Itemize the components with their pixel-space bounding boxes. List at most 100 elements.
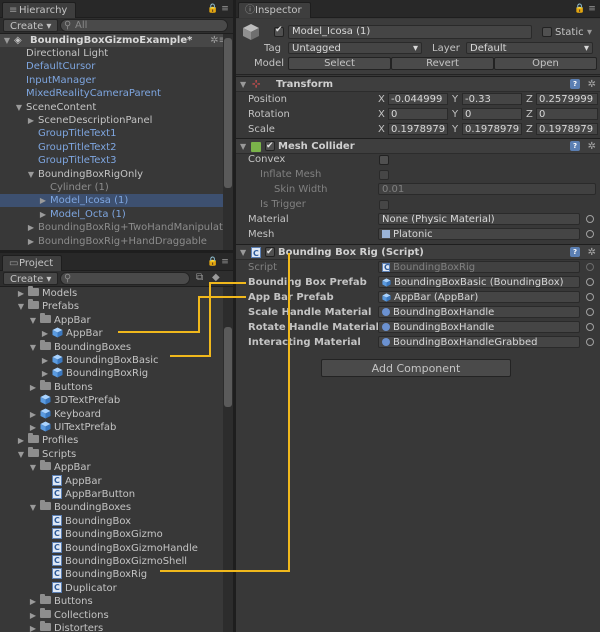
object-picker-icon[interactable] bbox=[586, 230, 594, 238]
collapse-arrow-icon[interactable]: ▶ bbox=[28, 609, 38, 622]
axis-x-label[interactable]: X bbox=[378, 108, 385, 121]
project-item[interactable]: BoundingBoxGizmoHandle bbox=[0, 541, 233, 555]
collapse-arrow-icon[interactable]: ▶ bbox=[28, 622, 38, 632]
axis-x-label[interactable]: X bbox=[378, 93, 385, 106]
tab-project[interactable]: ▭Project bbox=[2, 255, 63, 271]
project-item[interactable]: ▶ BoundingBoxRig bbox=[0, 367, 233, 380]
transform-position-y-field[interactable]: -0.33 bbox=[462, 93, 522, 105]
collapse-arrow-icon[interactable]: ▶ bbox=[16, 434, 26, 447]
project-item[interactable]: ▶ Collections bbox=[0, 607, 233, 622]
hierarchy-item[interactable]: MixedRealityCameraParent bbox=[0, 87, 233, 100]
object-picker-icon[interactable] bbox=[586, 323, 594, 331]
collapse-arrow-icon[interactable]: ▶ bbox=[38, 208, 48, 221]
add-component-button[interactable]: Add Component bbox=[321, 359, 511, 377]
axis-z-label[interactable]: Z bbox=[526, 108, 533, 121]
bbrig-object-field[interactable]: AppBar (AppBar) bbox=[378, 291, 580, 303]
transform-position-x-field[interactable]: -0.044999 bbox=[388, 93, 448, 105]
bounding-box-rig-header[interactable]: ▼ Bounding Box Rig (Script) ? ✲ bbox=[236, 244, 600, 261]
hierarchy-scrollbar[interactable] bbox=[223, 34, 233, 250]
lock-icon[interactable]: 🔒 bbox=[207, 3, 219, 15]
expand-arrow-icon[interactable]: ▼ bbox=[28, 461, 38, 474]
expand-arrow-icon[interactable]: ▼ bbox=[26, 168, 36, 181]
static-dropdown-icon[interactable]: ▾ bbox=[587, 26, 592, 39]
collapse-arrow-icon[interactable]: ▶ bbox=[26, 235, 36, 248]
transform-rotation-y-field[interactable]: 0 bbox=[462, 108, 522, 120]
collapse-arrow-icon[interactable]: ▶ bbox=[28, 595, 38, 608]
transform-rotation-x-field[interactable]: 0 bbox=[388, 108, 448, 120]
collapse-arrow-icon[interactable]: ▶ bbox=[16, 287, 26, 300]
lock-icon[interactable]: 🔒 bbox=[207, 256, 219, 268]
hierarchy-item[interactable]: ▶ Model_Octa (1) bbox=[0, 208, 233, 221]
expand-arrow-icon[interactable]: ▼ bbox=[240, 245, 246, 260]
hierarchy-item[interactable]: GroupTitleText1 bbox=[0, 127, 233, 140]
bbrig-enabled-checkbox[interactable] bbox=[265, 245, 275, 260]
expand-arrow-icon[interactable]: ▼ bbox=[240, 139, 246, 154]
static-label[interactable]: Static bbox=[555, 26, 584, 39]
model-open-button[interactable]: Open bbox=[494, 57, 597, 70]
gear-icon[interactable]: ✲ bbox=[588, 139, 596, 154]
hierarchy-item[interactable]: ▶ BoundingBoxRig+TwoHandManipulatable bbox=[0, 221, 233, 234]
hierarchy-search-input[interactable]: ⚲ All bbox=[60, 19, 228, 32]
tag-dropdown[interactable]: Untagged ▾ bbox=[288, 42, 422, 54]
model-revert-button[interactable]: Revert bbox=[391, 57, 494, 70]
expand-arrow-icon[interactable]: ▼ bbox=[240, 77, 246, 92]
bbrig-object-field[interactable]: BoundingBoxHandle bbox=[378, 321, 580, 333]
transform-position-label[interactable]: Position bbox=[248, 93, 287, 106]
project-item[interactable]: AppBarButton bbox=[0, 487, 233, 501]
project-item[interactable]: ▶ Buttons bbox=[0, 594, 233, 608]
project-item[interactable]: BoundingBoxGizmo bbox=[0, 527, 233, 541]
transform-scale-label[interactable]: Scale bbox=[248, 123, 275, 136]
collapse-arrow-icon[interactable]: ▶ bbox=[40, 354, 50, 367]
project-item[interactable]: ▼ BoundingBoxes bbox=[0, 339, 233, 354]
mesh-collider-header[interactable]: ▼ Mesh Collider ? ✲ bbox=[236, 138, 600, 154]
project-item[interactable]: ▶ Keyboard bbox=[0, 408, 233, 421]
transform-position-z-field[interactable]: 0.2579999 bbox=[536, 93, 598, 105]
expand-arrow-icon[interactable]: ▼ bbox=[16, 300, 26, 313]
axis-z-label[interactable]: Z bbox=[526, 123, 533, 136]
collapse-arrow-icon[interactable]: ▶ bbox=[28, 408, 38, 421]
project-item[interactable]: BoundingBoxGizmoShell bbox=[0, 554, 233, 568]
project-item[interactable]: BoundingBox bbox=[0, 514, 233, 528]
axis-z-label[interactable]: Z bbox=[526, 93, 533, 106]
collapse-arrow-icon[interactable]: ▶ bbox=[38, 194, 48, 207]
project-item[interactable]: AppBar bbox=[0, 474, 233, 488]
axis-y-label[interactable]: Y bbox=[452, 93, 458, 106]
hierarchy-item[interactable]: GroupTitleText3 bbox=[0, 154, 233, 167]
object-picker-icon[interactable] bbox=[586, 215, 594, 223]
project-item[interactable]: ▶ Profiles bbox=[0, 433, 233, 447]
mesh-field[interactable]: Platonic bbox=[378, 228, 580, 240]
bbrig-object-field[interactable]: BoundingBoxHandle bbox=[378, 306, 580, 318]
hierarchy-item[interactable]: ▶ BoundingBoxRig+HandDraggable bbox=[0, 235, 233, 248]
transform-scale-y-field[interactable]: 0.1978979 bbox=[462, 123, 522, 135]
transform-scale-z-field[interactable]: 0.1978979 bbox=[536, 123, 598, 135]
object-picker-icon[interactable] bbox=[586, 278, 594, 286]
create-dropdown[interactable]: Create ▾ bbox=[3, 19, 59, 32]
project-item[interactable]: 3DTextPrefab bbox=[0, 394, 233, 407]
expand-arrow-icon[interactable]: ▼ bbox=[28, 314, 38, 327]
material-field[interactable]: None (Physic Material) bbox=[378, 213, 580, 225]
project-item[interactable]: ▶ UITextPrefab bbox=[0, 421, 233, 434]
help-book-icon[interactable]: ? bbox=[570, 79, 580, 89]
collapse-arrow-icon[interactable]: ▶ bbox=[26, 114, 36, 127]
scene-row[interactable]: ▼ ◈ BoundingBoxGizmoExample* ✲≡ bbox=[0, 34, 233, 47]
hierarchy-item[interactable]: ▼ BoundingBoxRigOnly bbox=[0, 168, 233, 181]
hierarchy-item[interactable]: Directional Light bbox=[0, 47, 233, 60]
hierarchy-item[interactable]: InputManager bbox=[0, 74, 233, 87]
axis-y-label[interactable]: Y bbox=[452, 123, 458, 136]
project-item[interactable]: ▼ Scripts bbox=[0, 446, 233, 461]
mesh-collider-enabled-checkbox[interactable] bbox=[265, 139, 275, 154]
transform-header[interactable]: ▼ ⊹ Transform ? ✲ bbox=[236, 76, 600, 92]
menu-icon[interactable]: ≡ bbox=[219, 3, 231, 15]
axis-y-label[interactable]: Y bbox=[452, 108, 458, 121]
collapse-arrow-icon[interactable]: ▶ bbox=[26, 221, 36, 234]
gear-icon[interactable]: ✲ bbox=[588, 245, 596, 260]
hierarchy-scroll-thumb[interactable] bbox=[224, 38, 232, 188]
project-item[interactable]: Duplicator bbox=[0, 581, 233, 595]
collapse-arrow-icon[interactable]: ▶ bbox=[40, 327, 50, 340]
transform-rotation-z-field[interactable]: 0 bbox=[536, 108, 598, 120]
active-checkbox[interactable] bbox=[274, 25, 284, 37]
expand-arrow-icon[interactable]: ▼ bbox=[16, 448, 26, 461]
hierarchy-item[interactable]: ▼ SceneContent bbox=[0, 101, 233, 114]
gear-icon[interactable]: ✲ bbox=[588, 77, 596, 92]
project-scroll-thumb[interactable] bbox=[224, 327, 232, 407]
